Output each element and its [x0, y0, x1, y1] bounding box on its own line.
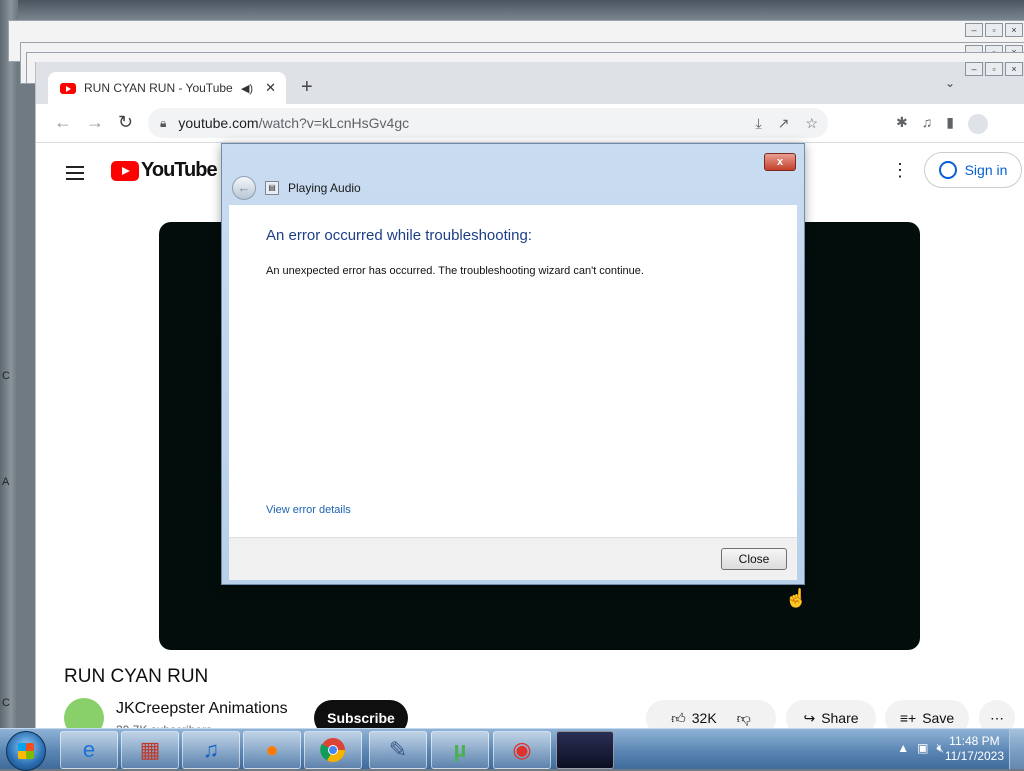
reload-icon[interactable]: ↻	[118, 112, 133, 133]
thumbs-up-icon[interactable]: 👍︎	[671, 710, 686, 727]
share-label: Share	[821, 710, 859, 726]
like-count[interactable]: 32K	[692, 710, 717, 726]
network-icon[interactable]: ▣	[917, 741, 928, 756]
share-arrow-icon: ↪	[803, 709, 816, 726]
dialog-content: An error occurred while troubleshooting:…	[229, 205, 797, 537]
dialog-footer: Close	[229, 537, 797, 580]
itunes-icon[interactable]: ♫	[182, 731, 240, 769]
new-tab-button[interactable]: +	[301, 76, 313, 99]
show-desktop-button[interactable]	[1009, 729, 1024, 769]
troubleshooter-icon: ▤	[265, 181, 279, 195]
close-button[interactable]: Close	[721, 548, 787, 570]
hand-cursor-icon: ☝	[785, 588, 808, 608]
extensions-icon[interactable]: ✱	[896, 114, 908, 134]
error-heading: An error occurred while troubleshooting:	[266, 227, 532, 244]
volume-muted-icon[interactable]: 🔇︎	[936, 741, 944, 756]
tab-youtube[interactable]: RUN CYAN RUN - YouTube ◀︎) ✕	[48, 72, 286, 104]
utorrent-icon[interactable]: µ	[431, 731, 489, 769]
firefox-icon[interactable]: ●	[243, 731, 301, 769]
more-horizontal-icon: ⋯	[990, 709, 1004, 726]
sign-in-label: Sign in	[964, 162, 1008, 178]
dialog-close-x-button[interactable]: x	[764, 153, 796, 171]
media-controls-icon[interactable]: ♫	[922, 114, 933, 134]
media-app-icon[interactable]	[556, 731, 614, 769]
error-message: An unexpected error has occurred. The tr…	[266, 265, 644, 277]
desktop-top-strip	[0, 0, 1024, 22]
speaker-icon[interactable]: ◀︎)	[241, 82, 253, 95]
profile-avatar-icon[interactable]	[967, 114, 988, 134]
chrome-icon[interactable]	[304, 731, 362, 769]
start-button[interactable]	[6, 731, 46, 771]
youtube-wordmark: YouTube	[141, 159, 218, 181]
desktop-letter: C	[2, 370, 10, 382]
internet-explorer-icon[interactable]: e	[60, 731, 118, 769]
bookmark-star-icon[interactable]: ☆	[805, 115, 818, 132]
person-icon	[938, 161, 957, 179]
desktop-letter: C	[2, 697, 10, 709]
omnibox-actions: ⤓ ↗ ☆	[756, 115, 819, 132]
desktop-left-strip: C A C	[0, 0, 18, 728]
view-error-details-link[interactable]: View error details	[266, 504, 351, 516]
tab-search-chevron-icon[interactable]: ⌄	[945, 76, 955, 90]
sign-in-button[interactable]: Sign in	[924, 152, 1022, 188]
dialog-title: Playing Audio	[288, 181, 361, 195]
tab-strip: RUN CYAN RUN - YouTube ◀︎) ✕ + ⌄ – ▫ ×	[36, 62, 1024, 104]
url-path: /watch?v=kLcnHsGv4gc	[258, 115, 410, 131]
taskbar: e ▦ ♫ ● ✎ µ ◉ ▲ ▣ 🔇︎ 11:48 PM 11/17/2023	[0, 728, 1024, 771]
clock-date: 11/17/2023	[944, 749, 1004, 763]
back-arrow-icon[interactable]: ←	[232, 176, 256, 200]
install-icon[interactable]: ⤓	[756, 115, 762, 132]
window-controls: –▫×	[965, 62, 1023, 76]
tab-title: RUN CYAN RUN - YouTube	[84, 81, 233, 95]
forward-arrow-icon[interactable]: →	[86, 112, 104, 133]
notepad-icon[interactable]: ✎	[369, 731, 427, 769]
share-icon[interactable]: ↗	[778, 115, 790, 132]
thumbs-down-icon[interactable]: 👎︎	[737, 710, 751, 727]
url-host: youtube.com	[178, 115, 259, 131]
minimize-icon[interactable]: –	[965, 62, 983, 76]
store-app-icon[interactable]: ▦	[121, 731, 179, 769]
troubleshooter-dialog: x ← ▤ Playing Audio An error occurred wh…	[221, 143, 805, 585]
youtube-favicon-icon	[60, 82, 76, 94]
system-clock[interactable]: 11:48 PM 11/17/2023	[945, 734, 1004, 764]
tab-close-icon[interactable]: ✕	[265, 80, 276, 96]
close-icon[interactable]: ×	[1005, 23, 1023, 37]
browser-toolbar: ← → ↻ 🔒︎ youtube.com/watch?v=kLcnHsGv4gc…	[36, 104, 1024, 143]
youtube-play-icon	[111, 160, 139, 181]
back-arrow-icon[interactable]: ←	[54, 112, 72, 133]
close-icon[interactable]: ×	[1005, 62, 1023, 76]
hamburger-menu-icon[interactable]	[66, 162, 84, 184]
toolbar-icons: ✱ ♫ ▮	[896, 114, 988, 134]
address-bar[interactable]: 🔒︎ youtube.com/watch?v=kLcnHsGv4gc ⤓ ↗ ☆	[148, 108, 828, 138]
more-options-icon[interactable]: ⋮	[891, 160, 909, 181]
security-app-icon[interactable]: ◉	[493, 731, 551, 769]
channel-name[interactable]: JKCreepster Animations	[116, 700, 288, 718]
youtube-logo[interactable]: YouTube	[111, 159, 218, 182]
side-panel-icon[interactable]: ▮	[946, 114, 954, 134]
save-label: Save	[922, 710, 955, 726]
lock-icon[interactable]: 🔒︎	[160, 116, 166, 131]
system-tray: ▲ ▣ 🔇︎	[897, 741, 944, 756]
tray-expand-icon[interactable]: ▲	[897, 741, 909, 756]
video-title: RUN CYAN RUN	[64, 666, 209, 687]
window-controls: –▫×	[965, 23, 1023, 37]
add-to-playlist-icon: ≡+	[899, 710, 917, 726]
minimize-icon[interactable]: –	[965, 23, 983, 37]
restore-icon[interactable]: ▫	[985, 23, 1003, 37]
desktop-letter: A	[2, 476, 10, 488]
restore-icon[interactable]: ▫	[985, 62, 1003, 76]
clock-time: 11:48 PM	[949, 734, 1000, 748]
